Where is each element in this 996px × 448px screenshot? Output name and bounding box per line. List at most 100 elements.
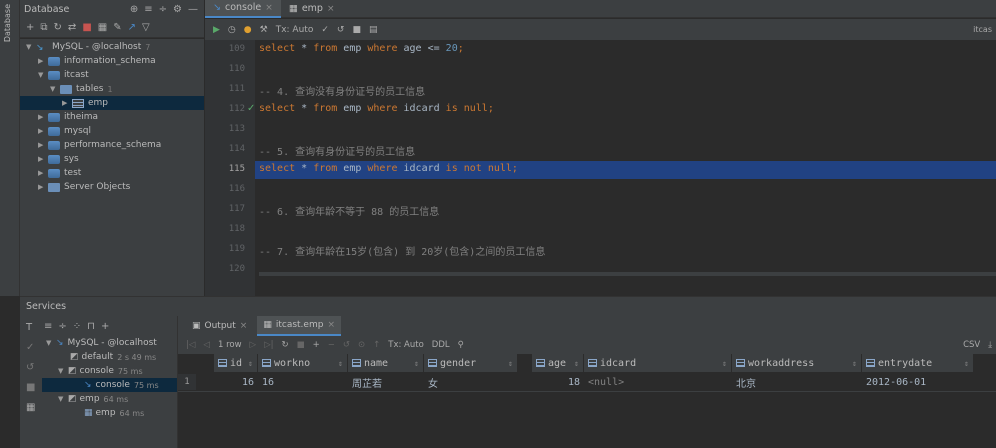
service-node-emp[interactable]: ▦ emp 64 ms [84,406,144,420]
chevron-right-icon[interactable]: ▶ [38,155,48,163]
column-header-idcard[interactable]: idcard ⇕ [584,354,732,372]
tree-node-emp[interactable]: ▶ emp [20,96,204,110]
column-header-workaddress[interactable]: workaddress ⇕ [732,354,862,372]
chevron-right-icon[interactable]: ▶ [38,183,48,191]
sort-icon[interactable]: ⇕ [414,359,419,368]
table-cell-name[interactable]: 周芷若 [348,374,424,390]
close-icon[interactable]: × [327,320,335,330]
chevron-right-icon[interactable]: ▶ [38,57,48,65]
chevron-right-icon[interactable]: ▶ [38,127,48,135]
table-cell-age[interactable]: 18 [532,374,584,390]
tree-node-performance-schema[interactable]: ▶ performance_schema [38,138,161,152]
column-header-workno[interactable]: workno ⇕ [258,354,348,372]
chevron-down-icon[interactable]: ▼ [38,71,48,79]
tab-itcast-emp[interactable]: ▦ itcast.emp × [257,316,341,336]
sort-icon[interactable]: ⇕ [508,359,513,368]
close-icon[interactable]: × [327,4,335,14]
database-strip-label[interactable]: Database [3,4,12,42]
column-header-entrydate[interactable]: entrydate ⇕ [862,354,974,372]
refresh-icon[interactable]: ↻ [281,340,288,350]
tree-node-mysql[interactable]: ▶ mysql [38,124,91,138]
service-node-emp-session[interactable]: ▼ ◩ emp 64 ms [58,392,128,406]
tab-console[interactable]: ↘ console × [205,0,281,18]
sync-icon[interactable]: ⇄ [68,22,76,33]
run-icon[interactable]: ▶ [213,25,220,35]
remove-row-icon[interactable]: − [328,340,335,350]
add-row-icon[interactable]: + [313,340,320,350]
horizontal-scrollbar[interactable] [259,272,996,276]
download-icon[interactable]: ⤓ [988,340,996,350]
close-icon[interactable]: × [240,321,248,331]
chevron-right-icon[interactable]: ▶ [38,113,48,121]
stop-icon[interactable]: ■ [352,25,361,35]
tree-node-itcast[interactable]: ▼ itcast [38,68,89,82]
sort-icon[interactable]: ⇕ [722,359,727,368]
group-icon[interactable]: ⁘ [73,321,81,332]
row-number[interactable]: 1 [178,374,196,390]
copy-icon[interactable]: ⧉ [40,22,47,33]
tree-node-tables[interactable]: ▼ tables 1 [50,82,113,96]
add-icon[interactable]: + [101,321,109,332]
revert-icon[interactable]: ↺ [343,340,350,350]
table-cell-workaddress[interactable]: 北京 [732,374,862,390]
service-node-mysql[interactable]: ▼ ↘ MySQL - @localhost [46,336,157,350]
next-page-icon[interactable]: ▷ [250,340,257,350]
jump-icon[interactable]: ↗ [128,22,136,33]
tx-mode-select[interactable]: Tx: Auto [276,25,314,35]
column-header-age[interactable]: age ⇕ [532,354,584,372]
globe-icon[interactable]: ⊕ [130,4,138,15]
tx-mode-select[interactable]: Tx: Auto [388,340,424,350]
chevron-down-icon[interactable]: ▼ [46,339,56,347]
chevron-right-icon[interactable]: ▶ [62,99,72,107]
service-node-default[interactable]: ◩ default 2 s 49 ms [70,350,156,364]
chevron-down-icon[interactable]: ▼ [58,395,68,403]
last-page-icon[interactable]: ▷| [264,340,273,350]
layout-icon[interactable]: ▦ [26,402,35,413]
tree-node-mysql-localhost[interactable]: ▼ ↘ MySQL - @localhost 7 [26,40,150,54]
chevron-right-icon[interactable]: ▶ [38,169,48,177]
add-icon[interactable]: + [26,22,34,33]
table-cell-workno[interactable]: 16 [258,374,348,390]
history-icon[interactable]: ◷ [228,25,236,35]
layout-icon[interactable]: ▤ [369,25,378,35]
table-icon[interactable]: ▦ [98,22,107,33]
service-node-console[interactable]: ↘ console 75 ms [42,378,177,392]
pin-icon[interactable]: ⚲ [458,340,464,350]
collapse-icon[interactable]: ≡ [144,4,152,15]
undo-icon[interactable]: ↺ [26,362,34,373]
export-format-select[interactable]: CSV [963,340,980,350]
tree-node-sys[interactable]: ▶ sys [38,152,79,166]
chevron-down-icon[interactable]: ▼ [50,85,60,93]
tree-node-test[interactable]: ▶ test [38,166,81,180]
code-editor[interactable]: select * from emp where age <= 20; -- 4.… [255,40,996,296]
first-page-icon[interactable]: |◁ [186,340,195,350]
refresh-icon[interactable]: ↻ [54,22,62,33]
filter-icon[interactable]: ⊓ [87,321,95,332]
submit-icon[interactable]: ↑ [373,340,380,350]
table-cell-gender[interactable]: 女 [424,374,518,390]
tab-output[interactable]: ▣ Output × [186,316,253,336]
sort-icon[interactable]: ⇕ [248,359,253,368]
tree-node-server-objects[interactable]: ▶ Server Objects [38,180,130,194]
gear-icon[interactable]: ⚙ [173,4,182,15]
tab-emp[interactable]: ▦ emp × [281,0,343,18]
tx-icon[interactable]: T [26,322,32,333]
column-header-gender[interactable]: gender ⇕ [424,354,518,372]
sort-icon[interactable]: ⇕ [338,359,343,368]
collapse-icon[interactable]: ≡ [44,321,52,332]
table-cell-idcard[interactable]: <null> [584,374,732,390]
commit-icon[interactable]: ✓ [321,25,329,35]
chevron-right-icon[interactable]: ▶ [38,141,48,149]
table-cell-entrydate[interactable]: 2012-06-01 [862,374,974,390]
sort-icon[interactable]: ⇕ [964,359,969,368]
table-cell-id[interactable]: 16 [214,374,258,390]
stop-icon[interactable]: ■ [297,340,305,350]
wrench-icon[interactable]: ⚒ [260,25,268,35]
close-icon[interactable]: × [265,3,273,13]
datasource-selector[interactable]: itcas [973,25,996,34]
check-icon[interactable]: ✓ [26,342,34,353]
stop-icon[interactable]: ■ [26,382,35,393]
prev-page-icon[interactable]: ◁ [203,340,210,350]
rows-select[interactable]: 1 row [218,340,242,350]
column-header-id[interactable]: id ⇕ [214,354,258,372]
